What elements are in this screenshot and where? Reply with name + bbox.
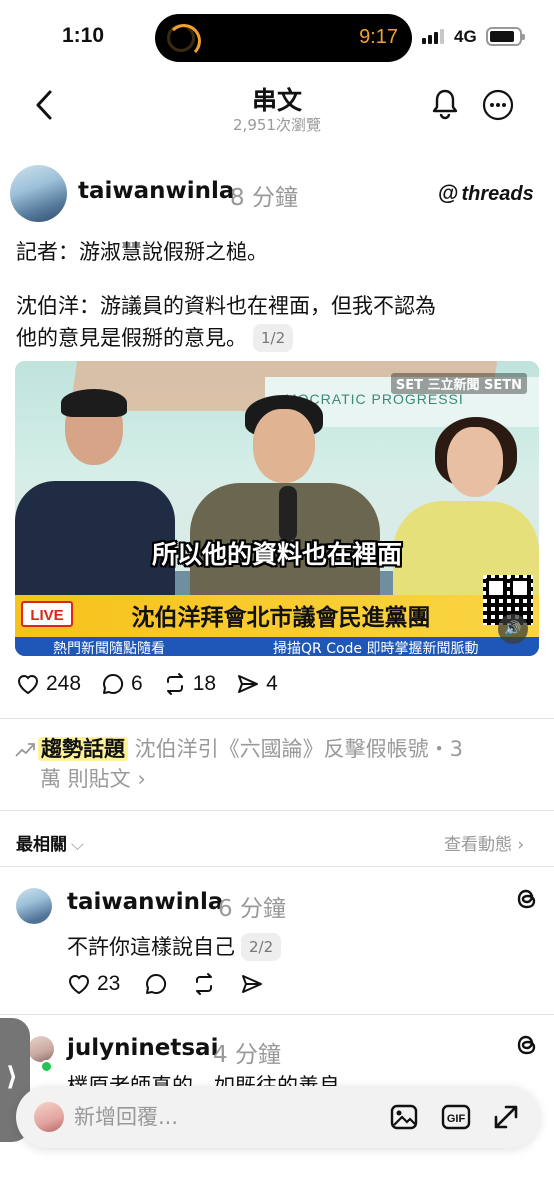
comment-icon[interactable] [144,972,168,996]
signal-icon [422,29,444,44]
post-text-line: 記者：游淑慧說假掰之槌。 [16,240,268,264]
trending-topic[interactable]: 趨勢話題 沈伯洋引《六國論》反擊假帳號・3 [14,734,534,764]
image-icon[interactable] [388,1101,420,1133]
reply-actions: 23 [67,972,264,996]
post-text-fragment: 他的意見是假掰的意見。 [16,326,247,350]
status-time: 1:10 [62,24,105,47]
microphone [279,486,297,541]
divider [0,718,554,719]
reply-username[interactable]: taiwanwinla [67,889,223,915]
live-badge: LIVE [21,601,73,627]
threads-logo: @ threads [438,182,534,206]
person-left-hair [61,389,127,417]
timer-ring-icon [167,24,201,58]
threads-icon[interactable] [514,1032,540,1058]
threads-brand-label: threads [461,182,534,205]
page-title: 串文 [251,86,302,115]
author-username[interactable]: taiwanwinla [78,178,234,204]
repost-count: 18 [192,672,217,695]
chevron-down-icon: ⌵ [71,835,84,855]
reply-composer: GIF [16,1086,540,1148]
channel-logo: SET 三立新聞 SETN [390,373,527,394]
gif-icon[interactable]: GIF [440,1101,472,1133]
send-icon [238,675,259,693]
reply-timestamp: 6 分鐘 [218,896,286,922]
reply-text-content: 不許你這樣說自己 [67,935,235,959]
share-count: 4 [266,672,278,695]
divider [0,1014,554,1015]
trending-text-continued[interactable]: 萬 則貼文 › [40,764,146,794]
threads-at-icon: @ [438,182,459,205]
sort-dropdown[interactable]: 最相關 ⌵ [16,830,84,855]
divider [0,866,554,867]
view-activity-link[interactable]: 查看動態 › [444,830,524,855]
ticker-text-right: 掃描QR Code 即時掌握新聞脈動 [273,641,479,656]
trending-arrow-icon [15,743,35,757]
threads-icon[interactable] [514,886,540,912]
reply-text: 不許你這樣說自己 2/2 [67,931,282,963]
heart-icon [68,975,90,995]
reply-username[interactable]: julyninetsai [67,1035,218,1061]
speaker-icon[interactable]: 🔊 [498,614,528,644]
ticker-text-left: 熱門新聞隨點隨看 [53,641,165,656]
person-center-head [253,409,315,483]
post-text-line: 沈伯洋：游議員的資料也在裡面，但我不認為 [16,294,436,318]
repost-button[interactable]: 18 [163,672,216,696]
post-timestamp: 8 分鐘 [230,185,298,211]
network-label: 4G [454,27,477,46]
reply-text: 樸原老師真的，如既往的善良 [67,1074,340,1086]
status-bar: 1:10 9:17 4G [0,0,554,74]
trending-tag: 趨勢話題 [38,737,128,761]
battery-icon [486,27,525,46]
heart-icon [17,675,39,695]
comment-button[interactable]: 6 [101,672,143,696]
send-icon[interactable] [240,972,264,996]
reply-avatar[interactable] [16,888,52,924]
author-avatar[interactable] [10,165,67,222]
reply-like-button[interactable]: 23 [67,972,120,996]
news-headline: 沈伯洋拜會北市議會民進黨團 [131,605,431,631]
person-right-head [447,427,503,497]
dynamic-island[interactable]: 9:17 [155,14,412,62]
reply-input[interactable] [74,1102,374,1132]
divider [0,810,554,811]
post-text-line: 他的意見是假掰的意見。 1/2 [16,322,294,354]
expand-icon[interactable] [490,1101,522,1133]
current-user-avatar [34,1102,64,1132]
post-actions: 248 6 18 4 [16,672,298,696]
reply-like-count: 23 [97,972,121,995]
comment-count: 6 [131,672,143,695]
svg-text:GIF: GIF [447,1113,466,1125]
bell-icon[interactable] [430,88,460,120]
like-count: 248 [46,672,82,695]
reply-avatar[interactable] [28,1036,54,1062]
more-options-icon[interactable] [482,89,514,121]
like-button[interactable]: 248 [16,672,81,696]
page-indicator: 1/2 [253,324,294,352]
video-subtitle: 所以他的資料也在裡面 [151,540,402,569]
online-status-dot [40,1060,53,1073]
reply-timestamp: 4 分鐘 [213,1042,281,1068]
sort-label: 最相關 [16,835,67,855]
comment-icon [103,673,124,694]
trending-text: 沈伯洋引《六國論》反擊假帳號・3 [128,737,464,761]
repost-icon [166,673,183,695]
repost-icon[interactable] [192,972,216,996]
view-count: 2,951次瀏覽 [233,116,321,134]
island-timer: 9:17 [359,26,398,48]
share-button[interactable]: 4 [236,672,278,696]
page-indicator: 2/2 [241,933,282,961]
chevron-right-icon: ⟩ [6,1062,18,1092]
post-video[interactable]: MOCRATIC PROGRESSI SET 三立新聞 SETN 所以他的資料也… [15,361,539,656]
